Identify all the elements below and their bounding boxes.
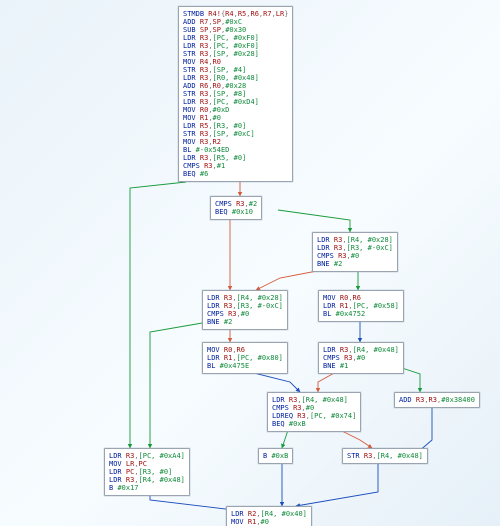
cfg-node-n12[interactable]: LDR R2,[R4, #0x40]MOV R1,#0 xyxy=(226,506,312,526)
edge-n5-n7 xyxy=(250,372,300,392)
edge-n2-n3 xyxy=(256,270,322,290)
edge-n3-n11 xyxy=(150,322,208,448)
cfg-node-n11[interactable]: LDR R3,[PC, #0xA4]MOV LR,PCLDR PC,[R3, #… xyxy=(104,448,190,496)
cfg-node-n2[interactable]: LDR R3,[R4, #0x28]LDR R3,[R3, #-0xC]CMPS… xyxy=(312,232,398,272)
edge-n1-n2 xyxy=(278,210,350,232)
edge-n8-n9 xyxy=(418,406,432,452)
cfg-node-n1[interactable]: CMPS R3,#2BEQ #0x10 xyxy=(210,196,262,220)
cfg-node-n7[interactable]: LDR R3,[R4, #0x48]CMPS R3,#0LDREQ R3,[PC… xyxy=(267,392,361,432)
cfg-node-n5[interactable]: MOV R0,R6LDR R1,[PC, #0x80]BL #0x475E xyxy=(202,342,288,374)
edge-n7-n10 xyxy=(282,430,288,448)
cfg-node-n9[interactable]: STR R3,[R4, #0x48] xyxy=(342,448,428,464)
edge-n7-n9 xyxy=(340,430,372,448)
cfg-node-n6[interactable]: LDR R3,[R4, #0x48]CMPS R3,#0BNE #1 xyxy=(318,342,404,374)
cfg-node-n0[interactable]: STMDB R4!{R4,R5,R6,R7,LR}ADD R7,SP,#0xCS… xyxy=(178,6,293,182)
cfg-node-n8[interactable]: ADD R3,R3,#0x38400 xyxy=(394,392,480,408)
edge-n9-n12 xyxy=(296,464,378,506)
edge-n0-n11 xyxy=(130,182,186,448)
cfg-node-n10[interactable]: B #0xB xyxy=(258,448,293,464)
edge-n6-n7 xyxy=(318,372,336,392)
cfg-node-n4[interactable]: MOV R0,R6LDR R1,[PC, #0x58]BL #0x4752 xyxy=(318,290,404,322)
cfg-node-n3[interactable]: LDR R3,[R4, #0x28]LDR R3,[R3, #-0xC]CMPS… xyxy=(202,290,288,330)
